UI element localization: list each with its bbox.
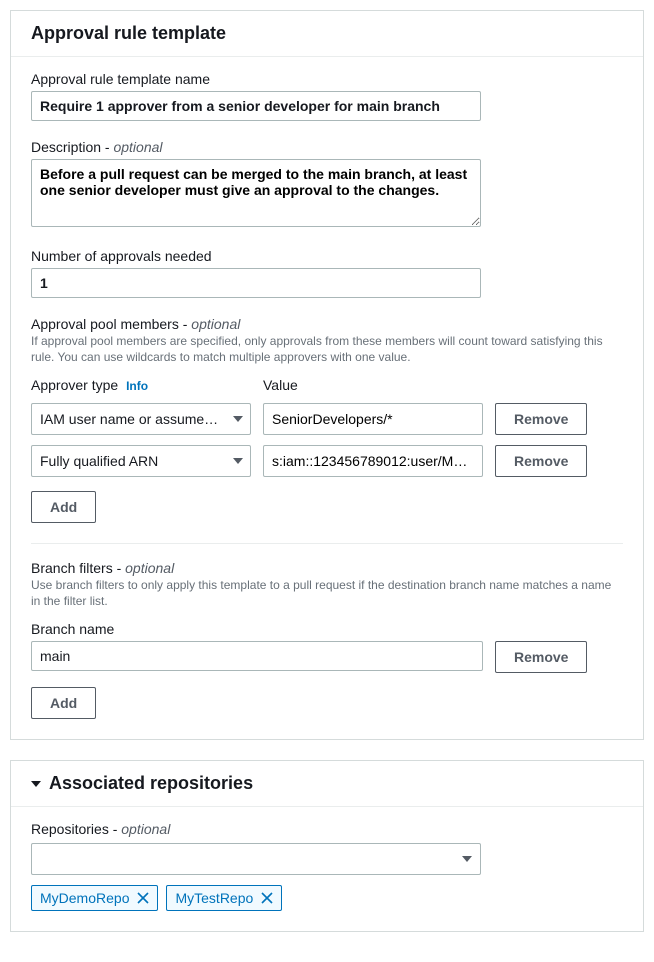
panel-title-text: Associated repositories [49,773,253,794]
repo-tag-label: MyDemoRepo [40,890,129,906]
remove-button[interactable]: Remove [495,445,587,477]
panel-body: Repositories - optional MyDemoRepo MyTes… [11,807,643,931]
info-link[interactable]: Info [126,379,148,393]
remove-tag-icon[interactable] [137,892,149,904]
repo-tag: MyTestRepo [166,885,282,911]
remove-button[interactable]: Remove [495,403,587,435]
description-field: Description - optional [31,139,623,230]
pool-value-input[interactable] [263,445,483,477]
description-label: Description - optional [31,139,623,155]
branch-name-input[interactable] [31,641,483,671]
chevron-down-icon [462,856,472,862]
pool-headers: Approver type Info Value [31,377,623,397]
template-name-field: Approval rule template name [31,71,623,121]
associated-repos-panel: Associated repositories Repositories - o… [10,760,644,932]
add-button[interactable]: Add [31,491,96,523]
value-header: Value [263,377,483,393]
pool-row: Fully qualified ARN Remove [31,445,623,477]
template-name-label: Approval rule template name [31,71,623,87]
repositories-select[interactable] [31,843,481,875]
pool-value-input[interactable] [263,403,483,435]
approvals-needed-label: Number of approvals needed [31,248,623,264]
branch-section: Branch filters - optional Use branch fil… [31,560,623,609]
approver-type-header: Approver type Info [31,377,251,393]
add-button[interactable]: Add [31,687,96,719]
panel-title: Approval rule template [11,11,643,57]
description-textarea[interactable] [31,159,481,227]
approver-type-select[interactable]: Fully qualified ARN [31,445,251,477]
branch-helper: Use branch filters to only apply this te… [31,578,623,609]
pool-section: Approval pool members - optional If appr… [31,316,623,365]
divider [31,543,623,544]
pool-label: Approval pool members - optional [31,316,623,332]
expand-icon [31,781,41,787]
approval-rule-panel: Approval rule template Approval rule tem… [10,10,644,740]
pool-helper: If approval pool members are specified, … [31,334,623,365]
panel-body: Approval rule template name Description … [11,57,643,739]
remove-button[interactable]: Remove [495,641,587,673]
panel-title-text: Approval rule template [31,23,226,44]
branch-label: Branch filters - optional [31,560,623,576]
repo-tag-label: MyTestRepo [175,890,253,906]
template-name-input[interactable] [31,91,481,121]
repo-tags: MyDemoRepo MyTestRepo [31,885,623,911]
approvals-needed-input[interactable] [31,268,481,298]
panel-title[interactable]: Associated repositories [11,761,643,807]
approver-type-select[interactable]: IAM user name or assumed role [31,403,251,435]
repo-tag: MyDemoRepo [31,885,158,911]
approvals-needed-field: Number of approvals needed [31,248,623,298]
branch-name-label: Branch name [31,621,623,637]
branch-row: Remove [31,641,623,673]
remove-tag-icon[interactable] [261,892,273,904]
pool-row: IAM user name or assumed role Remove [31,403,623,435]
repos-label: Repositories - optional [31,821,623,837]
